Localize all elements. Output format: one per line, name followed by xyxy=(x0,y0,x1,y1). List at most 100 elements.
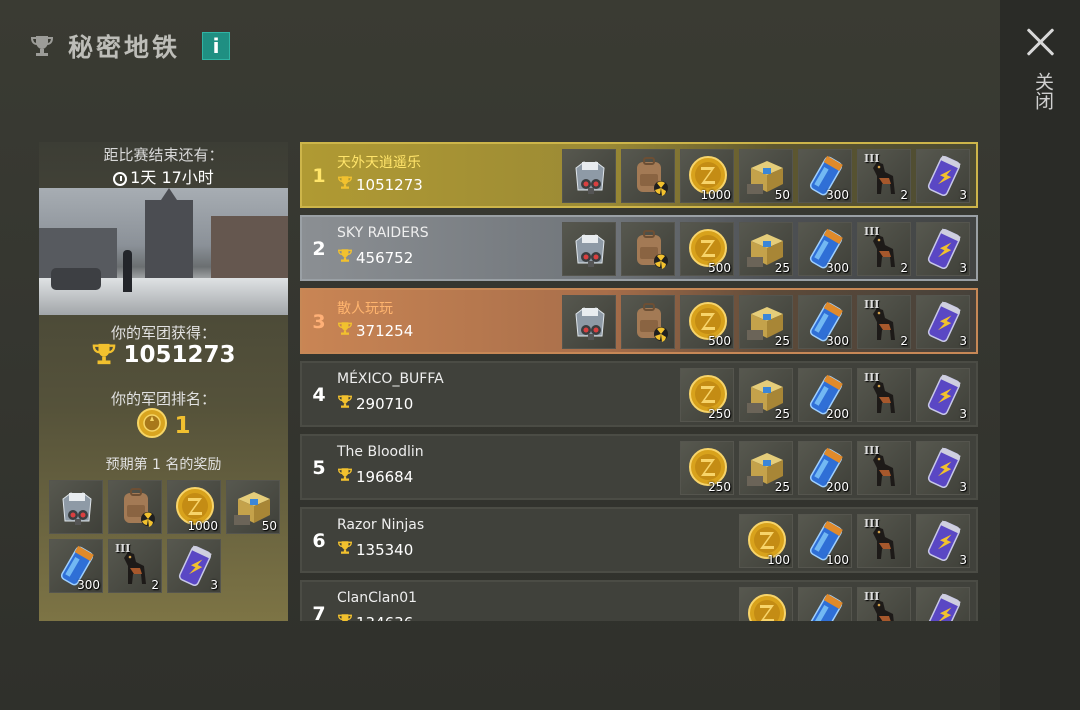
reward-item[interactable]: 50 xyxy=(226,480,280,534)
clock-icon xyxy=(113,172,128,186)
trophy-icon xyxy=(93,343,116,365)
trophy-icon xyxy=(30,36,54,56)
reward-quantity: 300 xyxy=(826,188,849,202)
reward-item[interactable]: 100 xyxy=(798,514,852,568)
leaderboard-row[interactable]: 5 The Bloodlin 196684 250 25 200 III 3 xyxy=(300,434,978,500)
reward-item[interactable]: III 2 xyxy=(857,149,911,203)
reward-item[interactable]: III xyxy=(857,587,911,621)
reward-item[interactable]: 250 xyxy=(680,441,734,495)
earn-label: 你的军团获得： xyxy=(110,324,216,342)
reward-item[interactable] xyxy=(562,149,616,203)
gold-coin-icon xyxy=(748,594,786,621)
leaderboard-row[interactable]: 7 ClanClan01 134636 III xyxy=(300,580,978,621)
reward-item[interactable]: III xyxy=(857,368,911,422)
reward-item[interactable]: 3 xyxy=(916,368,970,422)
energy-can-icon xyxy=(927,593,961,621)
reward-quantity: 3 xyxy=(959,407,967,421)
reward-item[interactable]: 3 xyxy=(916,514,970,568)
team-score: 196684 xyxy=(337,467,413,486)
reward-item[interactable]: III 2 xyxy=(857,222,911,276)
reward-quantity: 3 xyxy=(959,261,967,275)
close-label[interactable]: 关闭 xyxy=(1030,72,1054,110)
row-rewards: III xyxy=(739,587,970,621)
reward-item[interactable]: 200 xyxy=(798,368,852,422)
reward-item[interactable]: III xyxy=(857,441,911,495)
reward-item[interactable]: 50 xyxy=(739,149,793,203)
countdown-value: 1天 17小时 xyxy=(130,168,214,187)
reward-item[interactable] xyxy=(916,587,970,621)
reward-quantity: 25 xyxy=(774,334,790,348)
reward-item[interactable]: 250 xyxy=(680,368,734,422)
reward-item[interactable]: 300 xyxy=(798,149,852,203)
reward-item[interactable]: III xyxy=(857,514,911,568)
trophy-icon xyxy=(337,394,356,413)
reward-item[interactable] xyxy=(739,587,793,621)
leaderboard-row[interactable]: 3 散人玩玩 371254 500 25 300 III 2 3 xyxy=(300,288,978,354)
reward-quantity: 100 xyxy=(767,553,790,567)
tier-label: III xyxy=(864,152,880,165)
reward-item[interactable]: 300 xyxy=(798,295,852,349)
team-name: The Bloodlin xyxy=(337,444,424,460)
reward-item[interactable]: 3 xyxy=(167,539,221,593)
row-rewards: 1000 50 300 III 2 3 xyxy=(562,149,970,203)
info-button[interactable]: i xyxy=(202,32,231,60)
leaderboard-list[interactable]: 1 天外天逍遥乐 1051273 1000 50 300 III 2 3 2 SKY RAIDERS… xyxy=(300,142,978,621)
countdown-row: 1天 17小时 xyxy=(39,164,288,188)
reward-quantity: 3 xyxy=(959,480,967,494)
reward-quantity: 3 xyxy=(959,334,967,348)
reward-item[interactable]: 25 xyxy=(739,295,793,349)
reward-item[interactable]: 3 xyxy=(916,441,970,495)
leaderboard-row[interactable]: 4 MÉXICO_BUFFA 290710 250 25 200 III 3 xyxy=(300,361,978,427)
reward-quantity: 500 xyxy=(708,261,731,275)
reward-item[interactable] xyxy=(621,222,675,276)
tier-label: III xyxy=(864,590,880,603)
reward-quantity: 25 xyxy=(774,480,790,494)
leaderboard-row[interactable]: 2 SKY RAIDERS 456752 500 25 300 III 2 3 xyxy=(300,215,978,281)
reward-item[interactable]: 25 xyxy=(739,441,793,495)
reward-item[interactable] xyxy=(49,480,103,534)
reward-item[interactable] xyxy=(108,480,162,534)
reward-item[interactable]: 200 xyxy=(798,441,852,495)
reward-item[interactable]: 1000 xyxy=(167,480,221,534)
page-title: 秘密地铁 xyxy=(68,33,181,62)
reward-item[interactable] xyxy=(562,222,616,276)
rank-label: 你的军团排名： xyxy=(110,390,216,408)
reward-item[interactable]: 100 xyxy=(739,514,793,568)
tier-label: III xyxy=(864,517,880,530)
reward-item[interactable] xyxy=(621,295,675,349)
reward-item[interactable]: 1000 xyxy=(680,149,734,203)
close-button[interactable] xyxy=(1022,24,1058,60)
reward-item[interactable]: 3 xyxy=(916,222,970,276)
reward-item[interactable] xyxy=(562,295,616,349)
reward-quantity: 500 xyxy=(708,334,731,348)
reward-item[interactable]: 500 xyxy=(680,222,734,276)
team-score-value: 1051273 xyxy=(356,175,423,194)
backpack-icon xyxy=(637,157,668,196)
team-score-value: 135340 xyxy=(356,540,414,559)
armor-gasmask-icon xyxy=(62,492,92,525)
armor-gasmask-icon xyxy=(575,307,605,340)
reward-quantity: 25 xyxy=(774,261,790,275)
row-rewards: 100 100 III 3 xyxy=(739,514,970,568)
reward-quantity: 200 xyxy=(826,480,849,494)
reward-quantity: 250 xyxy=(708,407,731,421)
reward-item[interactable]: 500 xyxy=(680,295,734,349)
reward-item[interactable] xyxy=(621,149,675,203)
reward-item[interactable]: 3 xyxy=(916,149,970,203)
reward-item[interactable]: III 2 xyxy=(108,539,162,593)
reward-item[interactable]: 25 xyxy=(739,368,793,422)
row-rewards: 500 25 300 III 2 3 xyxy=(562,295,970,349)
reward-item[interactable]: 3 xyxy=(916,295,970,349)
team-name: SKY RAIDERS xyxy=(337,225,429,241)
tier-label: III xyxy=(864,444,880,457)
reward-item[interactable]: III 2 xyxy=(857,295,911,349)
leaderboard-row[interactable]: 1 天外天逍遥乐 1051273 1000 50 300 III 2 3 xyxy=(300,142,978,208)
rank-number: 4 xyxy=(312,384,326,406)
reward-item[interactable]: 25 xyxy=(739,222,793,276)
reward-item[interactable]: 300 xyxy=(798,222,852,276)
rank-number: 7 xyxy=(312,603,326,621)
trophy-icon xyxy=(337,248,356,267)
reward-item[interactable]: 300 xyxy=(49,539,103,593)
reward-item[interactable] xyxy=(798,587,852,621)
leaderboard-row[interactable]: 6 Razor Ninjas 135340 100 100 III 3 xyxy=(300,507,978,573)
